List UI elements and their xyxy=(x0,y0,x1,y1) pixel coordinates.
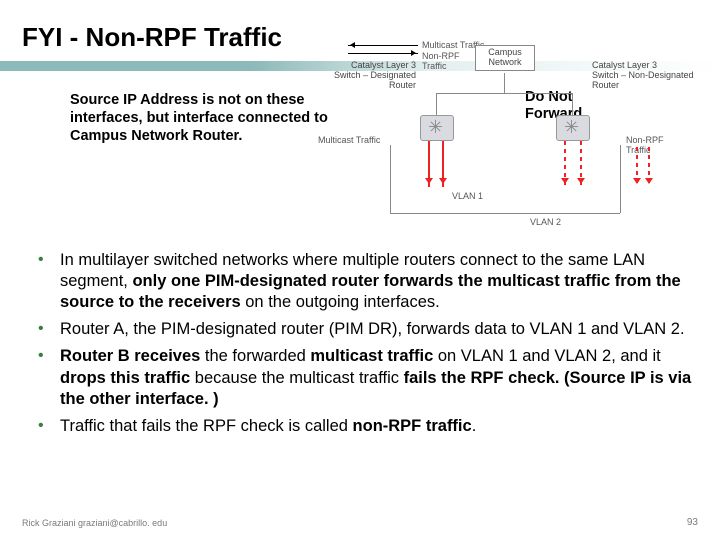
line-to-router-a xyxy=(436,93,437,115)
bracket-left xyxy=(390,145,391,213)
bullet-text: Router A, the PIM-designated router (PIM… xyxy=(60,320,685,338)
bullet-list: In multilayer switched networks where mu… xyxy=(30,250,692,443)
router-star-icon: ✳ xyxy=(428,117,443,138)
multicast-side-label: Multicast Traffic xyxy=(318,135,380,145)
line-to-router-b xyxy=(572,93,573,115)
arrow-red-b2 xyxy=(580,141,582,187)
bullet-text: Traffic that fails the RPF check is call… xyxy=(60,417,353,435)
source-ip-callout: Source IP Address is not on these interf… xyxy=(70,91,335,145)
line-campus-down xyxy=(504,73,505,93)
network-diagram: Multicast Traffic Non-RPF Traffic Campus… xyxy=(340,39,700,249)
arrow-red-a2 xyxy=(442,141,444,187)
arrow-red-far1 xyxy=(636,147,638,187)
line-campus-split xyxy=(436,93,572,94)
legend-nonrpf: Non-RPF Traffic xyxy=(422,51,460,71)
footer-author: Rick Graziani graziani@cabrillo. edu xyxy=(22,518,167,528)
vlan2-label: VLAN 2 xyxy=(530,217,561,227)
bullet-text: on the outgoing interfaces. xyxy=(241,293,440,311)
bracket-right xyxy=(620,145,621,213)
bullet-bold: non-RPF traffic xyxy=(353,417,472,435)
arrow-multicast-in xyxy=(348,45,418,46)
arrow-nonrpf-out xyxy=(348,53,418,54)
router-star-icon: ✳ xyxy=(564,117,579,138)
bullet-text: . xyxy=(472,417,477,435)
footer-page-number: 93 xyxy=(687,517,698,528)
switch-a-label: Catalyst Layer 3 Switch – Designated Rou… xyxy=(320,59,420,93)
bullet-item: Router A, the PIM-designated router (PIM… xyxy=(30,319,692,340)
switch-b-label: Catalyst Layer 3 Switch – Non-Designated… xyxy=(588,59,698,93)
router-a-icon: ✳ xyxy=(420,115,454,141)
vlan1-label: VLAN 1 xyxy=(452,191,483,201)
bullet-item: Traffic that fails the RPF check is call… xyxy=(30,416,692,437)
bullet-html: Router B receives the forwarded multicas… xyxy=(60,347,691,407)
bullet-item: In multilayer switched networks where mu… xyxy=(30,250,692,313)
campus-network-box: Campus Network xyxy=(475,45,535,71)
arrow-red-far2 xyxy=(648,147,650,187)
arrow-red-a1 xyxy=(428,141,430,187)
bracket-bottom xyxy=(390,213,620,214)
arrow-red-b1 xyxy=(564,141,566,187)
upper-region: Source IP Address is not on these interf… xyxy=(0,71,720,251)
bullet-item: Router B receives the forwarded multicas… xyxy=(30,346,692,409)
nonrpf-side-label: Non-RPF Traffic xyxy=(626,135,664,155)
router-b-icon: ✳ xyxy=(556,115,590,141)
